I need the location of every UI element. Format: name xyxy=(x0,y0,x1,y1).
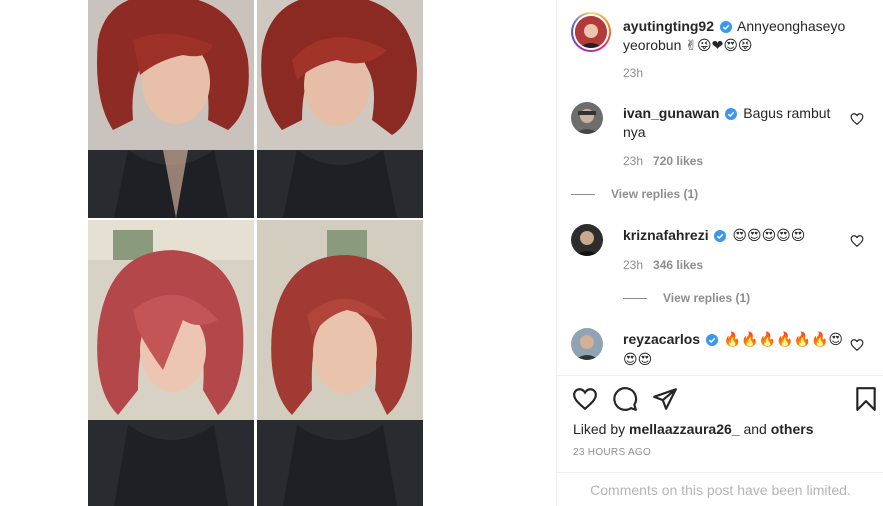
verified-badge-icon xyxy=(714,230,727,242)
commenter-avatar[interactable] xyxy=(571,328,603,360)
comments-limited-notice: Comments on this post have been limited. xyxy=(557,472,883,506)
liked-by-others-link[interactable]: others xyxy=(771,421,814,437)
collage-photo-4 xyxy=(257,220,423,506)
comment-username[interactable]: kriznafahrezi xyxy=(623,227,709,243)
collage-photo-1 xyxy=(88,0,254,218)
post-side-panel: ayutingting92 Annyeonghaseyo yeorobun ✌😜… xyxy=(556,0,883,506)
view-replies-button[interactable]: View replies (1) xyxy=(557,187,698,201)
view-replies-button[interactable]: View replies (1) xyxy=(571,291,750,305)
comments-list[interactable]: ayutingting92 Annyeonghaseyo yeorobun ✌😜… xyxy=(557,0,883,375)
liked-by-and: and xyxy=(743,421,767,437)
view-replies-label[interactable]: View replies (1) xyxy=(611,187,698,201)
post-actions-section: Liked by mellaazzaura26_ and others 23 H… xyxy=(557,375,883,506)
replies-divider xyxy=(623,298,647,300)
view-replies-label[interactable]: View replies (1) xyxy=(663,291,750,305)
comment-likes[interactable]: 346 likes xyxy=(653,258,703,272)
commenter-avatar[interactable] xyxy=(571,224,603,256)
caption-time[interactable]: 23h xyxy=(623,66,643,80)
comment-meta: 23h 346 likes xyxy=(623,258,703,272)
verified-badge-icon xyxy=(705,334,718,346)
like-comment-heart-icon[interactable] xyxy=(850,112,864,126)
verified-badge-icon xyxy=(719,21,732,33)
heart-icon[interactable] xyxy=(572,386,598,412)
comment-text: 😍😍😍😍😍 xyxy=(732,228,806,244)
comment-time[interactable]: 23h xyxy=(623,154,643,168)
liked-by-user-link[interactable]: mellaazzaura26_ xyxy=(629,421,740,437)
post-media[interactable] xyxy=(0,0,556,506)
liked-by-prefix: Liked by xyxy=(573,421,626,437)
comment-username[interactable]: ivan_gunawan xyxy=(623,105,719,121)
bookmark-icon[interactable] xyxy=(853,386,879,412)
comment-username[interactable]: reyzacarlos xyxy=(623,331,700,347)
like-comment-heart-icon[interactable] xyxy=(850,234,864,248)
author-avatar[interactable] xyxy=(571,12,611,52)
post-timestamp[interactable]: 23 HOURS AGO xyxy=(573,447,651,458)
caption-emojis: ✌😜❤😍😝 xyxy=(685,38,753,54)
comment-likes[interactable]: 720 likes xyxy=(653,154,703,168)
collage-photo-3 xyxy=(88,220,254,506)
like-comment-heart-icon[interactable] xyxy=(850,338,864,352)
commenter-avatar[interactable] xyxy=(571,102,603,134)
comment-meta: 23h 720 likes xyxy=(623,154,703,168)
verified-badge-icon xyxy=(725,108,738,120)
comment-time[interactable]: 23h xyxy=(623,258,643,272)
photo-collage xyxy=(88,0,424,506)
share-icon[interactable] xyxy=(652,386,678,412)
author-username[interactable]: ayutingting92 xyxy=(623,18,714,34)
replies-divider xyxy=(571,194,595,196)
comment-icon[interactable] xyxy=(612,386,638,412)
collage-photo-2 xyxy=(257,0,423,218)
liked-by-text: Liked by mellaazzaura26_ and others xyxy=(573,421,814,437)
